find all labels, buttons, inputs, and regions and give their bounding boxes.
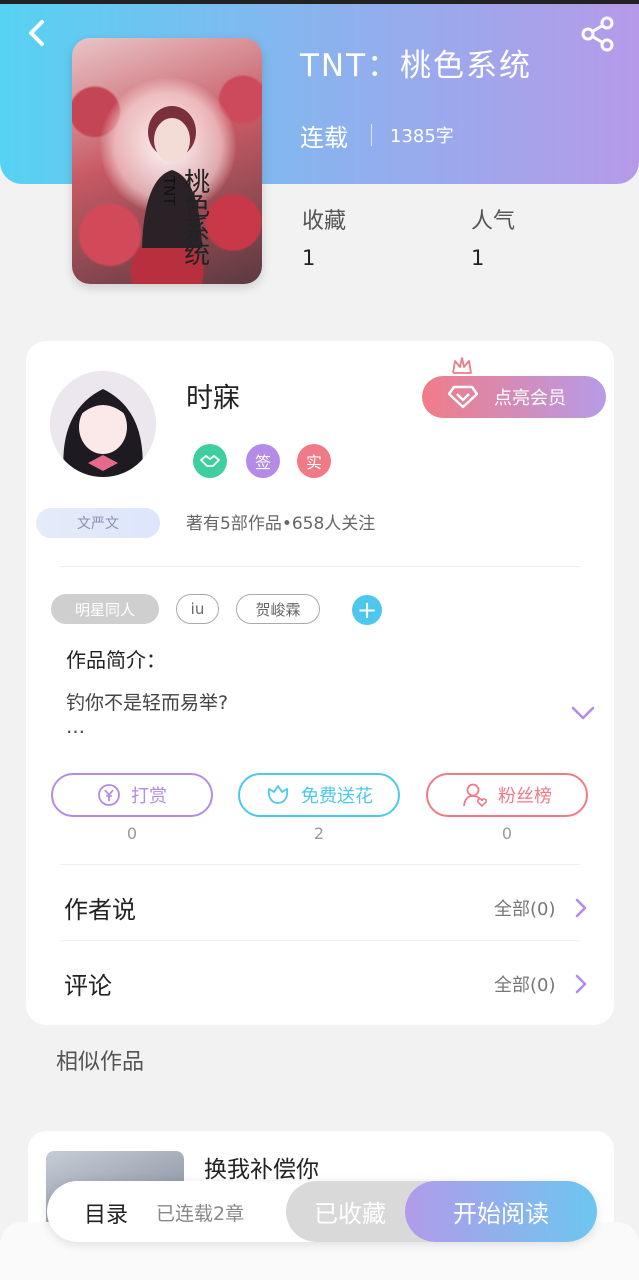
similar-works-heading: 相似作品 <box>56 1050 145 1075</box>
chevron-down-icon[interactable] <box>570 703 596 723</box>
share-button[interactable] <box>578 14 618 54</box>
flower-icon <box>267 785 289 804</box>
tag-item[interactable]: 贺峻霖 <box>236 594 320 624</box>
tag-item[interactable]: 明星同人 <box>51 594 159 624</box>
fan-ranking-label: 粉丝榜 <box>498 786 552 807</box>
word-count: 1385字 <box>390 126 454 147</box>
plus-icon: + <box>356 596 378 624</box>
fan-count: 0 <box>501 824 513 843</box>
author-name[interactable]: 时寐 <box>186 376 240 415</box>
vip-membership-button[interactable]: 点亮会员 <box>422 376 606 418</box>
back-button[interactable] <box>20 16 54 50</box>
chevron-right-icon[interactable] <box>574 973 588 995</box>
start-reading-button[interactable]: 开始阅读 <box>405 1181 597 1242</box>
author-stats: 著有5部作品•658人关注 <box>186 514 376 534</box>
badge-signed: 签 <box>246 444 280 478</box>
tip-button[interactable]: 打赏 <box>51 773 213 817</box>
status-bar-edge <box>0 0 639 4</box>
similar-book-title[interactable]: 换我补偿你 <box>204 1150 319 1184</box>
share-icon <box>581 16 614 52</box>
flower-count: 2 <box>313 824 325 843</box>
add-tag-button[interactable]: + <box>352 595 382 625</box>
intro-heading: 作品简介： <box>66 648 166 672</box>
book-title: TNT：桃色系统 <box>300 48 533 84</box>
chapter-count[interactable]: 已连载2章 <box>156 1199 244 1226</box>
cover-tnt-text: TNT <box>160 176 178 206</box>
divider <box>60 566 580 567</box>
book-status: 连载 <box>300 124 348 152</box>
divider <box>60 940 580 941</box>
table-of-contents-button[interactable]: 目录 <box>84 1197 128 1229</box>
author-title-tag: 文严文 <box>36 508 160 538</box>
start-reading-label: 开始阅读 <box>453 1200 549 1228</box>
badge-verified: 实 <box>297 444 331 478</box>
crown-icon <box>452 357 472 374</box>
tip-label: 打赏 <box>131 786 167 807</box>
popularity-label: 人气 <box>471 209 516 234</box>
intro-text: 钓你不是轻而易举? <box>66 692 229 714</box>
tag-item[interactable]: iu <box>176 594 219 624</box>
favorites-value: 1 <box>302 246 316 270</box>
diamond-icon <box>448 385 478 409</box>
author-notes-title[interactable]: 作者说 <box>64 890 136 925</box>
tip-count: 0 <box>126 824 138 843</box>
chevron-right-icon[interactable] <box>574 897 588 919</box>
favorited-label: 已收藏 <box>314 1200 386 1228</box>
popularity-value: 1 <box>471 246 485 270</box>
avatar-image <box>50 371 156 477</box>
cover-title-text: 桃色系统 <box>179 168 210 264</box>
status-divider <box>371 124 372 146</box>
favorites-label: 收藏 <box>302 209 347 234</box>
author-notes-all-link[interactable]: 全部(0) <box>494 895 556 921</box>
fan-user-icon <box>463 783 488 808</box>
author-avatar[interactable] <box>50 371 156 477</box>
vip-button-label: 点亮会员 <box>494 388 566 409</box>
badge-handshake <box>193 444 227 478</box>
handshake-icon <box>200 455 220 467</box>
comments-title[interactable]: 评论 <box>64 966 112 1001</box>
fan-ranking-button[interactable]: 粉丝榜 <box>426 773 588 817</box>
comments-all-link[interactable]: 全部(0) <box>494 971 556 997</box>
yen-icon <box>98 784 120 806</box>
intro-ellipsis: … <box>66 716 85 738</box>
chevron-left-icon <box>29 20 44 46</box>
send-flower-label: 免费送花 <box>301 786 373 807</box>
book-cover[interactable]: TNT 桃色系统 <box>72 38 262 284</box>
divider <box>60 864 580 865</box>
send-flower-button[interactable]: 免费送花 <box>238 773 400 817</box>
